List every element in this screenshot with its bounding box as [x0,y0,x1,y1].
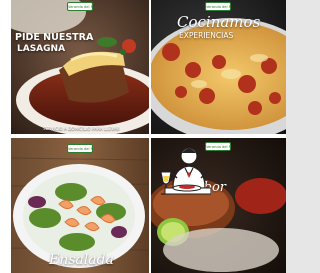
tile-footer-text: SERVICIO A DOMICILIO PARA LLEVAR [43,126,120,131]
tile-script-title: Ensalada [49,252,114,268]
tile-title-line1: PIDE NUESTRA [15,32,94,43]
gallery-photo-lasagna[interactable]: Veranda del Parque PIDE NUESTRA LASAGNA … [11,0,149,134]
tile-subtitle: EXPERIENCIAS [179,31,234,40]
restaurant-dining-icon [160,147,211,195]
lasagna-photo [11,0,149,134]
tile-title-line2: LASAGNA [17,44,66,54]
restaurant-logo-badge: Veranda del Parque [67,2,93,11]
tile-script-title: Cocinamos [177,13,261,31]
gallery-photo-salad[interactable]: Veranda del Parque Ensalada [11,138,149,273]
restaurant-logo-badge: Veranda del Parque [67,144,93,153]
photo-gallery: Veranda del Parque PIDE NUESTRA LASAGNA … [0,0,286,273]
gallery-photo-sabor[interactable]: Veranda del Parque Sabor [151,138,286,273]
gallery-photo-pizza[interactable]: Veranda del Parque Cocinamos EXPERIENCIA… [151,0,286,134]
restaurant-logo-badge: Veranda del Parque [205,2,231,11]
